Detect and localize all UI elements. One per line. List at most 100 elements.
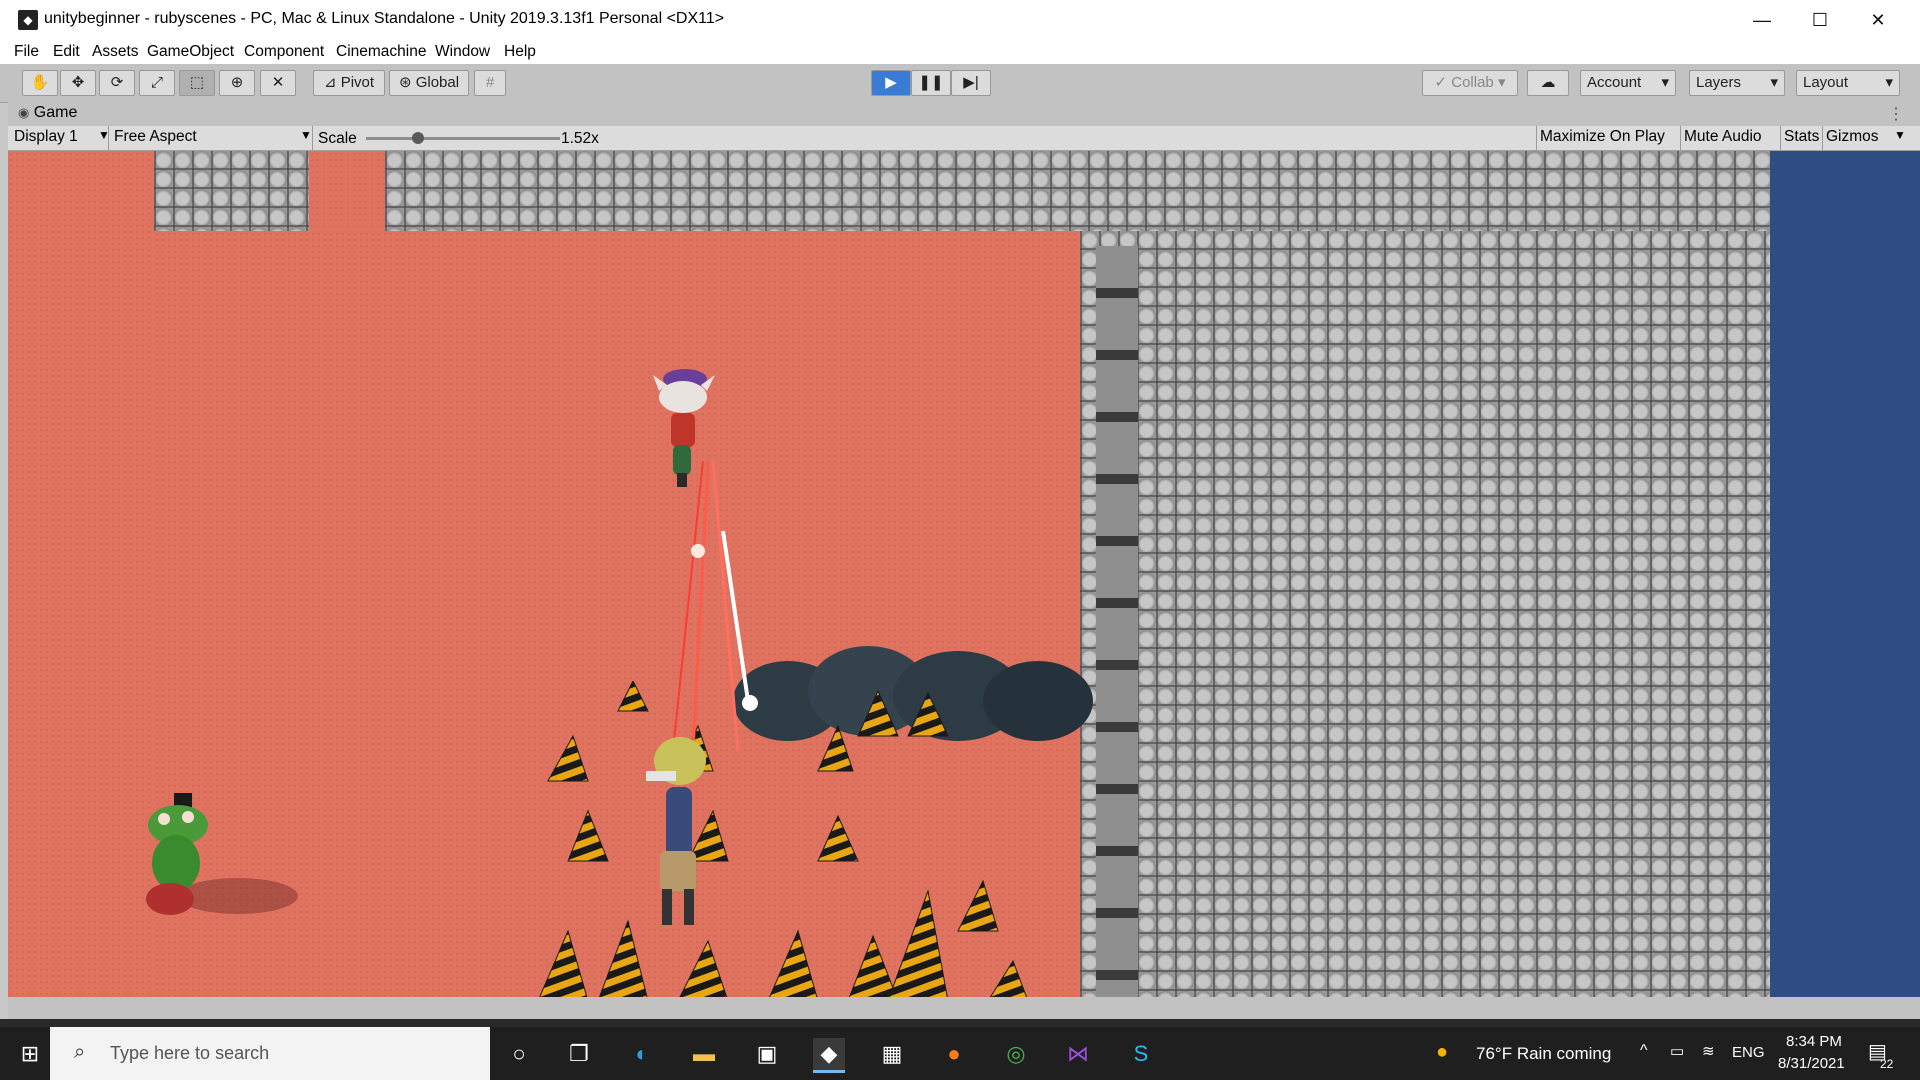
chevron-down-icon: ▼: [300, 128, 312, 142]
menu-cinemachine[interactable]: Cinemachine: [336, 43, 426, 61]
pivot-icon: ⊿: [323, 74, 337, 91]
tab-game[interactable]: ◉ Game: [18, 104, 77, 122]
traffic-cone-field: [539, 681, 1028, 997]
stone-wall-top: [385, 151, 1770, 231]
layers-dropdown[interactable]: Layers ▾: [1689, 70, 1785, 96]
clock-time[interactable]: 8:34 PM: [1786, 1033, 1842, 1050]
step-button[interactable]: ▶|: [951, 70, 991, 96]
task-view-icon[interactable]: ❐: [563, 1038, 595, 1070]
notification-badge: 22: [1880, 1057, 1894, 1071]
main-toolbar: ✋ ✥ ⟳ ⤢ ⬚ ⊕ ✕ ⊿ Pivot ⊛ Global # ▶ ❚❚ ▶|…: [0, 64, 1920, 103]
search-icon: ⌕: [74, 1041, 86, 1063]
display-dropdown[interactable]: Display 1 ▼: [14, 128, 110, 146]
file-explorer-icon[interactable]: ▬: [688, 1038, 720, 1070]
game-view-toolbar: Display 1 ▼ Free Aspect ▼ Scale 1.52x Ma…: [8, 126, 1920, 151]
scale-value: 1.52x: [561, 130, 599, 147]
cortana-icon[interactable]: ○: [503, 1038, 535, 1070]
chevron-down-icon: ▾: [1770, 74, 1778, 91]
close-button[interactable]: ✕: [1849, 0, 1907, 40]
scale-slider-track[interactable]: [366, 132, 560, 144]
scale-tool-icon[interactable]: ⤢: [139, 70, 175, 96]
move-tool-icon[interactable]: ✥: [60, 70, 96, 96]
account-dropdown[interactable]: Account ▾: [1580, 70, 1676, 96]
divider: [1680, 126, 1681, 150]
app-s-icon[interactable]: S: [1125, 1038, 1157, 1070]
hand-tool-icon[interactable]: ✋: [22, 70, 58, 96]
window-title-bar: ◆ unitybeginner - rubyscenes - PC, Mac &…: [0, 0, 1920, 40]
windows-taskbar: ⊞ ⌕ Type here to search ○ ❐ ◐ ▬ ▣ ◆ ▦ ● …: [0, 1027, 1920, 1080]
game-tab-strip: ◉ Game ⋮: [8, 102, 1920, 126]
grid-snap-icon[interactable]: #: [474, 70, 506, 96]
divider: [312, 126, 313, 150]
calendar-icon[interactable]: ▦: [876, 1038, 908, 1070]
play-icon: ▶: [885, 74, 897, 91]
global-toggle[interactable]: ⊛ Global: [389, 70, 469, 96]
menu-window[interactable]: Window: [435, 43, 490, 61]
weather-text[interactable]: 76°F Rain coming: [1476, 1044, 1611, 1064]
aspect-label: Free Aspect: [114, 128, 197, 145]
pause-icon: ❚❚: [918, 74, 944, 91]
chevron-up-icon[interactable]: ^: [1640, 1042, 1648, 1060]
visual-studio-icon[interactable]: ⋈: [1062, 1038, 1094, 1070]
divider: [1780, 126, 1781, 150]
menu-assets[interactable]: Assets: [92, 43, 139, 61]
pivot-toggle[interactable]: ⊿ Pivot: [313, 70, 385, 96]
tab-menu-icon[interactable]: ⋮: [1888, 104, 1904, 124]
divider: [1822, 126, 1823, 150]
menu-edit[interactable]: Edit: [53, 43, 80, 61]
account-label: Account: [1587, 74, 1642, 91]
taskbar-search-box[interactable]: ⌕ Type here to search: [50, 1027, 490, 1080]
menu-component[interactable]: Component: [244, 43, 324, 61]
edge-icon[interactable]: ◐: [626, 1038, 658, 1070]
minimize-button[interactable]: —: [1733, 0, 1791, 40]
gizmos-toggle[interactable]: Gizmos: [1826, 128, 1879, 146]
maximize-on-play-toggle[interactable]: Maximize On Play: [1540, 128, 1665, 146]
menu-gameobject[interactable]: GameObject: [147, 43, 234, 61]
globe-icon: ⊛: [398, 74, 412, 91]
layout-label: Layout: [1803, 74, 1849, 91]
maximize-button[interactable]: ☐: [1791, 0, 1849, 40]
window-title: unitybeginner - rubyscenes - PC, Mac & L…: [44, 10, 725, 27]
unity-taskbar-icon[interactable]: ◆: [813, 1038, 845, 1073]
layers-label: Layers: [1696, 74, 1742, 91]
language-indicator[interactable]: ENG: [1732, 1044, 1765, 1061]
window-bottom-edge: [0, 1019, 1920, 1027]
scale-slider-thumb[interactable]: [411, 132, 424, 144]
wifi-icon[interactable]: ≋: [1702, 1042, 1715, 1060]
unity-app-icon: ◆: [18, 10, 38, 30]
aspect-dropdown[interactable]: Free Aspect ▼: [114, 128, 314, 146]
battery-icon[interactable]: ▭: [1670, 1042, 1684, 1060]
menu-file[interactable]: File: [14, 43, 39, 61]
layout-dropdown[interactable]: Layout ▾: [1796, 70, 1900, 96]
mute-audio-toggle[interactable]: Mute Audio: [1684, 128, 1762, 146]
rotate-tool-icon[interactable]: ⟳: [99, 70, 135, 96]
status-strip: [8, 997, 1920, 1019]
chrome-icon[interactable]: ◎: [1000, 1038, 1032, 1070]
menu-bar: File Edit Assets GameObject Component Ci…: [0, 40, 1920, 64]
gizmos-chevron-down-icon[interactable]: ▼: [1894, 128, 1906, 142]
rect-tool-icon[interactable]: ⬚: [179, 70, 215, 96]
collab-dropdown[interactable]: ✓ Collab ▾: [1422, 70, 1518, 96]
chevron-down-icon: ▾: [1661, 74, 1669, 91]
search-placeholder: Type here to search: [110, 1043, 270, 1063]
cloud-button[interactable]: ☁: [1527, 70, 1569, 96]
collab-label: Collab: [1451, 74, 1494, 91]
transform-tool-icon[interactable]: ⊕: [219, 70, 255, 96]
windows-start-icon[interactable]: ⊞: [14, 1038, 46, 1070]
game-viewport[interactable]: [8, 151, 1920, 997]
check-icon: ✓: [1434, 74, 1448, 91]
gamepad-icon: ◉: [18, 105, 30, 120]
custom-tool-icon[interactable]: ✕: [260, 70, 296, 96]
pause-button[interactable]: ❚❚: [911, 70, 951, 96]
menu-help[interactable]: Help: [504, 43, 536, 61]
store-icon[interactable]: ▣: [751, 1038, 783, 1070]
robot-character: [646, 737, 706, 925]
frog-character: [146, 793, 298, 915]
stone-wall-top-left: [154, 151, 309, 231]
play-button[interactable]: ▶: [871, 70, 911, 96]
stats-toggle[interactable]: Stats: [1784, 128, 1819, 146]
clock-date[interactable]: 8/31/2021: [1778, 1055, 1845, 1072]
firefox-icon[interactable]: ●: [938, 1038, 970, 1070]
weather-icon: ●: [1436, 1041, 1449, 1063]
divider: [108, 126, 109, 150]
